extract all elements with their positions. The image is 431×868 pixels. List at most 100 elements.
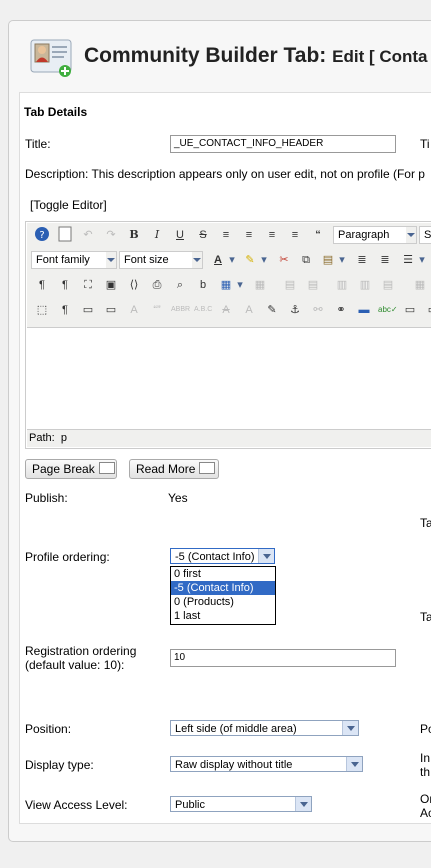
profile-ordering-option[interactable]: -5 (Contact Info) bbox=[171, 581, 275, 595]
chevron-down-icon[interactable]: ▾ bbox=[235, 276, 245, 294]
acronym-icon[interactable]: A.B.C bbox=[194, 301, 212, 319]
position-select[interactable]: Left side (of middle area) bbox=[170, 720, 359, 736]
strikethrough-icon[interactable]: S bbox=[194, 226, 212, 244]
profile-ordering-option[interactable]: 0 first bbox=[171, 567, 275, 581]
font-size-select[interactable]: Font size bbox=[119, 251, 203, 269]
bold-icon[interactable]: B bbox=[125, 226, 143, 244]
profile-ordering-right-label: Ta bbox=[420, 610, 431, 624]
find-icon[interactable]: ⌕ bbox=[171, 276, 189, 294]
page-break-icon bbox=[98, 462, 115, 474]
replace-icon[interactable]: b bbox=[194, 276, 212, 294]
redo-icon[interactable]: ↷ bbox=[102, 226, 120, 244]
style-select[interactable]: St bbox=[419, 226, 431, 244]
title-right-label: Ti bbox=[420, 137, 430, 151]
toggle-editor-link[interactable]: [Toggle Editor] bbox=[30, 198, 107, 212]
copy-icon[interactable]: ⧉ bbox=[297, 251, 315, 269]
bulleted-list-icon[interactable]: ☰ bbox=[399, 251, 417, 269]
delete-row-icon[interactable]: ▤ bbox=[379, 276, 397, 294]
publish-right-label: Ta bbox=[420, 516, 431, 530]
chevron-down-icon[interactable]: ▾ bbox=[227, 251, 237, 269]
insert-date-icon[interactable]: ▦ bbox=[217, 276, 235, 294]
insert-layer-icon[interactable]: ▭ bbox=[424, 301, 431, 319]
show-blocks-icon[interactable]: ¶ bbox=[56, 301, 74, 319]
page-break-button[interactable]: Page Break bbox=[25, 459, 117, 479]
font-family-select[interactable]: Font family bbox=[31, 251, 117, 269]
quote-icon[interactable]: “” bbox=[148, 301, 166, 319]
visual-aid-icon[interactable]: ⬚ bbox=[33, 301, 51, 319]
indent-icon[interactable]: ≣ bbox=[376, 251, 394, 269]
title-input[interactable]: _UE_CONTACT_INFO_HEADER bbox=[170, 135, 396, 153]
row-after-icon[interactable]: ▤ bbox=[304, 276, 322, 294]
registration-ordering-label-default: (default value: 10): bbox=[25, 658, 125, 672]
spellcheck-icon[interactable]: abc✓ bbox=[378, 301, 398, 319]
chevron-down-icon[interactable]: ▾ bbox=[259, 251, 269, 269]
align-right-icon[interactable]: ≡ bbox=[286, 226, 304, 244]
paste-icon[interactable]: ▤ bbox=[319, 251, 337, 269]
abbr-icon[interactable]: ABBR bbox=[171, 301, 190, 319]
publish-value: Yes bbox=[168, 491, 188, 505]
unlink-icon[interactable]: ⚯ bbox=[309, 301, 327, 319]
html-source-icon[interactable]: ⟨⟩ bbox=[125, 276, 143, 294]
insert-text-icon[interactable]: A bbox=[240, 301, 258, 319]
horizontal-rule-icon[interactable]: ▭ bbox=[401, 301, 419, 319]
registration-ordering-input[interactable]: 10 bbox=[170, 649, 396, 667]
outdent-icon[interactable]: ≣ bbox=[353, 251, 371, 269]
row-before-icon[interactable]: ▤ bbox=[281, 276, 299, 294]
view-access-right-label: Or bbox=[420, 792, 431, 806]
rtl-paragraph-icon[interactable]: ¶ bbox=[56, 276, 74, 294]
display-type-label: Display type: bbox=[25, 758, 94, 772]
chevron-down-icon[interactable]: ▾ bbox=[417, 251, 427, 269]
format-select[interactable]: Paragraph bbox=[333, 226, 417, 244]
anchor-icon[interactable]: ⚓ bbox=[286, 301, 304, 319]
path-value[interactable]: p bbox=[61, 432, 67, 444]
position-right-label: Po bbox=[420, 722, 431, 736]
template-icon[interactable]: ▭ bbox=[102, 301, 120, 319]
profile-ordering-option[interactable]: 0 (Products) bbox=[171, 595, 275, 609]
page-subtitle: Edit [ Conta bbox=[332, 47, 428, 66]
chevron-down-icon[interactable]: ▾ bbox=[337, 251, 347, 269]
svg-text:?: ? bbox=[39, 230, 44, 241]
profile-ordering-dropdown: 0 first -5 (Contact Info) 0 (Products) 1… bbox=[170, 566, 276, 625]
link-icon[interactable]: ⚭ bbox=[332, 301, 350, 319]
read-more-icon bbox=[199, 462, 216, 474]
read-more-button[interactable]: Read More bbox=[129, 459, 219, 479]
underline-icon[interactable]: U bbox=[171, 226, 189, 244]
image-manager-icon[interactable]: ▣ bbox=[102, 276, 120, 294]
highlight-color-icon[interactable]: ✎ bbox=[241, 251, 259, 269]
pagebreak-icon[interactable]: ▭ bbox=[79, 301, 97, 319]
print-icon[interactable]: ⎙ bbox=[148, 276, 166, 294]
align-justify-icon[interactable]: ≡ bbox=[217, 226, 235, 244]
image-icon[interactable]: ▬ bbox=[355, 301, 373, 319]
display-type-select[interactable]: Raw display without title bbox=[170, 756, 363, 772]
delete-text-icon[interactable]: A bbox=[217, 301, 235, 319]
fullscreen-icon[interactable]: ⛶ bbox=[79, 276, 97, 294]
delete-table-icon[interactable]: ▦ bbox=[251, 276, 269, 294]
cut-icon[interactable]: ✂ bbox=[275, 251, 293, 269]
blockquote-icon[interactable]: “ bbox=[309, 226, 327, 244]
ltr-paragraph-icon[interactable]: ¶ bbox=[33, 276, 51, 294]
undo-icon[interactable]: ↶ bbox=[79, 226, 97, 244]
view-access-select[interactable]: Public bbox=[170, 796, 312, 812]
profile-ordering-label: Profile ordering: bbox=[25, 550, 110, 564]
new-document-icon[interactable] bbox=[56, 226, 74, 244]
italic-icon[interactable]: I bbox=[148, 226, 166, 244]
align-left-icon[interactable]: ≡ bbox=[263, 226, 281, 244]
align-center-icon[interactable]: ≡ bbox=[240, 226, 258, 244]
registration-ordering-label: Registration ordering bbox=[25, 644, 137, 658]
publish-label: Publish: bbox=[25, 491, 68, 505]
col-before-icon[interactable]: ▥ bbox=[333, 276, 351, 294]
user-card-add-icon bbox=[30, 39, 72, 77]
help-icon[interactable]: ? bbox=[33, 226, 51, 244]
profile-ordering-select[interactable]: -5 (Contact Info) bbox=[170, 548, 275, 564]
position-label: Position: bbox=[25, 722, 72, 736]
page-title: Community Builder Tab: Edit [ Conta bbox=[84, 44, 428, 67]
styles-icon[interactable]: A bbox=[125, 301, 143, 319]
profile-ordering-option[interactable]: 1 last bbox=[171, 609, 275, 623]
attributes-icon[interactable]: ✎ bbox=[263, 301, 281, 319]
section-heading: Tab Details bbox=[24, 105, 88, 119]
merge-cells-icon[interactable]: ▦ bbox=[411, 276, 429, 294]
path-label: Path: bbox=[29, 432, 55, 444]
col-after-icon[interactable]: ▥ bbox=[356, 276, 374, 294]
display-type-right-label-2: th bbox=[420, 765, 431, 779]
text-color-icon[interactable]: A bbox=[209, 251, 227, 269]
